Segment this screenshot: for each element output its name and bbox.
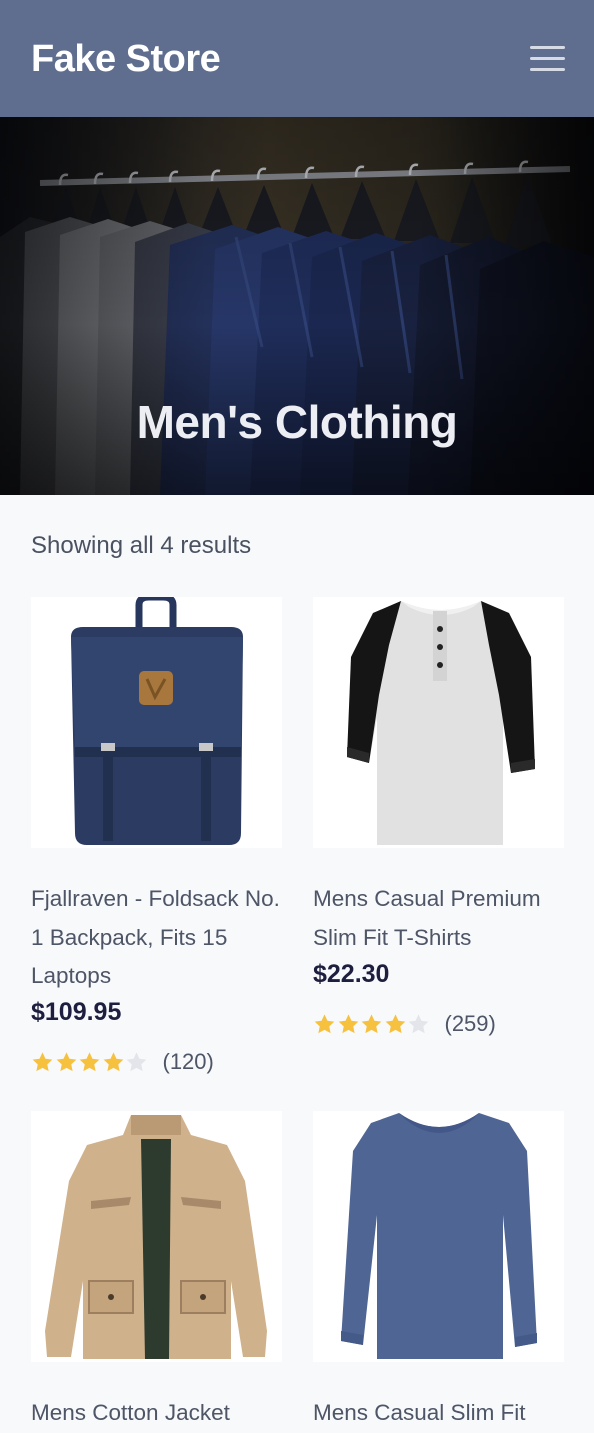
product-rating: (259) <box>313 1010 496 1038</box>
results-count: Showing all 4 results <box>31 532 252 559</box>
product-rating: (120) <box>31 1048 214 1076</box>
star-filled-icon <box>56 1052 76 1072</box>
star-filled-icon <box>385 1014 405 1034</box>
store-logo[interactable]: Fake Store <box>31 38 221 81</box>
product-image-longsleeve-tshirt[interactable] <box>313 1111 564 1362</box>
category-title: Men's Clothing <box>136 396 458 448</box>
star-filled-icon <box>338 1014 358 1034</box>
product-image-raglan-tshirt[interactable] <box>313 597 564 848</box>
product-title[interactable]: Mens Casual Premium Slim Fit T-Shirts <box>313 880 564 957</box>
product-title[interactable]: Fjallraven - Foldsack No. 1 Backpack, Fi… <box>31 880 282 996</box>
product-title[interactable]: Mens Casual Slim Fit <box>313 1394 564 1433</box>
rating-count: (120) <box>162 1049 214 1074</box>
category-hero-banner: Men's Clothing <box>0 117 594 495</box>
product-image-cotton-jacket[interactable] <box>31 1111 282 1362</box>
star-filled-icon <box>32 1052 53 1072</box>
star-filled-icon <box>314 1014 335 1034</box>
product-price: $109.95 <box>31 998 122 1026</box>
product-image-backpack[interactable] <box>31 597 282 848</box>
hamburger-menu-icon[interactable] <box>530 46 565 72</box>
star-filled-icon <box>79 1052 100 1072</box>
star-filled-icon <box>103 1052 123 1072</box>
rating-stars <box>313 1013 431 1035</box>
star-empty-icon <box>408 1014 429 1034</box>
site-header: Fake Store <box>0 0 594 117</box>
product-price: $22.30 <box>313 960 390 988</box>
product-title[interactable]: Mens Cotton Jacket <box>31 1394 282 1433</box>
rating-count: (259) <box>444 1011 496 1036</box>
star-filled-icon <box>361 1014 382 1034</box>
star-empty-icon <box>126 1052 147 1072</box>
rating-stars <box>31 1051 149 1073</box>
